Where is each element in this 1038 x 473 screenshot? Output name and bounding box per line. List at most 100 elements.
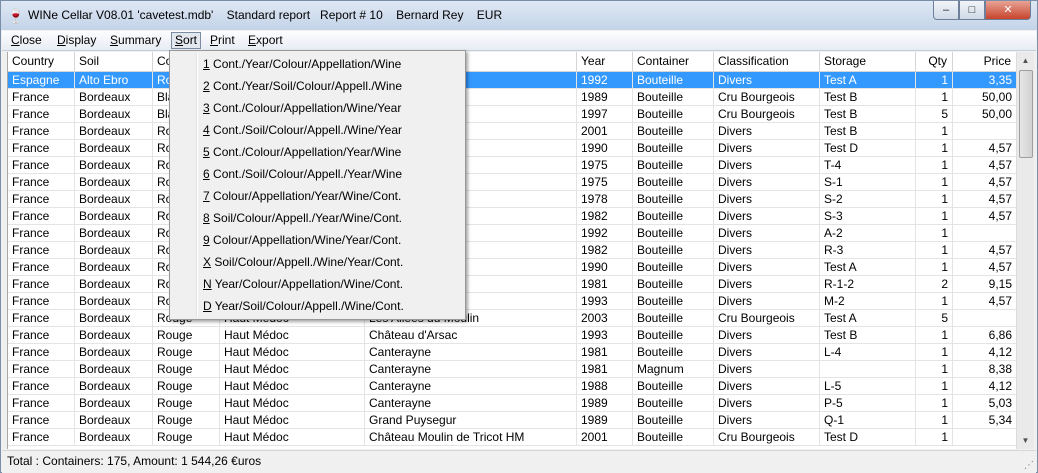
table-row[interactable]: France Bordeaux Rouge Haut Médoc Canterayne 1… xyxy=(8,378,1017,395)
menu-print[interactable]: Print xyxy=(207,33,238,48)
cell-country: France xyxy=(8,429,75,446)
table-row[interactable]: FranceBordeauxRoac1981BouteilleDiversR-1… xyxy=(8,276,1017,293)
table-row[interactable]: France Bordeaux Ro 1990 Bouteille Divers Test … xyxy=(8,259,1017,276)
table-row[interactable]: France Bordeaux Rouge Haut Médoc Canterayne 1… xyxy=(8,395,1017,412)
cell-container: Bouteille xyxy=(633,293,714,310)
table-row[interactable]: FranceBordeauxRougeHaut MédocLes Allées … xyxy=(8,310,1017,327)
table-row[interactable]: France Bordeaux Rouge Haut Médoc Canterayne 1… xyxy=(8,361,1017,378)
cell-year: 1990 xyxy=(577,259,633,276)
wine-glass-icon[interactable]: 🍷 xyxy=(7,8,24,24)
cell-year: 1982 xyxy=(577,208,633,225)
cell-country: France xyxy=(8,191,75,208)
table-row[interactable]: FranceBordeauxRoCadiot1990BouteilleDiver… xyxy=(8,140,1017,157)
sort-option-11[interactable]: N Year/Colour/Appellation/Wine/Cont. xyxy=(203,274,403,294)
table-row[interactable]: EspagneAlto EbroRoa1992BouteilleDiversTe… xyxy=(8,72,1017,89)
cell-price: 4,57 xyxy=(953,293,1017,310)
cell-qty: 1 xyxy=(916,327,953,344)
cell-container: Bouteille xyxy=(633,310,714,327)
cell-storage: L-5 xyxy=(820,378,916,395)
column-header-country[interactable]: Country xyxy=(8,52,75,71)
column-header-storage[interactable]: Storage xyxy=(820,52,916,71)
cell-qty: 1 xyxy=(916,89,953,106)
close-button[interactable]: ✕ xyxy=(985,1,1031,20)
column-header-classification[interactable]: Classification xyxy=(714,52,820,71)
status-total: Total : Containers: 175, Amount: 1 544,2… xyxy=(7,454,262,468)
sort-option-7[interactable]: 7 Colour/Appellation/Year/Wine/Cont. xyxy=(203,186,401,206)
sort-option-9[interactable]: 9 Colour/Appellation/Wine/Year/Cont. xyxy=(203,230,401,250)
menu-close[interactable]: Close xyxy=(8,33,45,48)
cell-country: France xyxy=(8,208,75,225)
cell-storage: Q-1 xyxy=(820,412,916,429)
cell-container: Bouteille xyxy=(633,89,714,106)
vertical-scrollbar[interactable]: ▲ ▼ xyxy=(1016,52,1034,449)
table-row[interactable]: France Bordeaux Ro 1982 Bouteille Divers S-3 1 4… xyxy=(8,208,1017,225)
table-row[interactable]: France Bordeaux Rouge Haut Médoc Château Mou… xyxy=(8,429,1017,446)
column-header-year[interactable]: Year xyxy=(577,52,633,71)
scroll-thumb[interactable] xyxy=(1019,70,1033,158)
cell-qty: 1 xyxy=(916,395,953,412)
sort-option-key: 3 xyxy=(203,101,210,115)
cell-soil: Bordeaux xyxy=(75,140,153,157)
cell-price: 4,57 xyxy=(953,191,1017,208)
cell-storage: P-5 xyxy=(820,395,916,412)
cell-country: France xyxy=(8,89,75,106)
cell-container: Bouteille xyxy=(633,344,714,361)
sort-option-12[interactable]: D Year/Soil/Colour/Appell./Wine/Cont. xyxy=(203,296,404,316)
table-row[interactable]: France Bordeaux Ro 1978 Bouteille Divers S-2 1 4… xyxy=(8,191,1017,208)
menu-display[interactable]: Display xyxy=(54,33,99,48)
sort-option-key: 2 xyxy=(203,79,210,93)
sort-option-4[interactable]: 4 Cont./Soil/Colour/Appell./Wine/Year xyxy=(203,120,402,140)
cell-price xyxy=(953,429,1017,446)
sort-option-10[interactable]: X Soil/Colour/Appell./Wine/Year/Cont. xyxy=(203,252,403,272)
minimize-button[interactable]: – xyxy=(933,1,959,20)
sort-option-3[interactable]: 3 Cont./Colour/Appellation/Wine/Year xyxy=(203,98,401,118)
table-row[interactable]: France Bordeaux Rouge Haut Médoc Canterayne 1… xyxy=(8,344,1017,361)
cell-soil: Bordeaux xyxy=(75,310,153,327)
menu-export[interactable]: Export xyxy=(245,33,286,48)
sort-option-1[interactable]: 1 Cont./Year/Colour/Appellation/Wine xyxy=(203,54,401,74)
sort-option-key: 5 xyxy=(203,145,210,159)
table-row[interactable]: FranceBordeauxRoe Haut Canon1982Bouteill… xyxy=(8,242,1017,259)
table-row[interactable]: FranceBordeauxRouieu1993BouteilleDiversM… xyxy=(8,293,1017,310)
cell-classification: Divers xyxy=(714,412,820,429)
sort-option-2[interactable]: 2 Cont./Year/Soil/Colour/Appell./Wine xyxy=(203,76,402,96)
sort-option-label: Cont./Soil/Colour/Appell./Wine/Year xyxy=(209,123,403,137)
table-row[interactable]: FranceBordeauxBlalanche1997BouteilleCru … xyxy=(8,106,1017,123)
table-row[interactable]: FranceBordeauxRoue1992BouteilleDiversA-2… xyxy=(8,225,1017,242)
sort-option-6[interactable]: 6 Cont./Soil/Colour/Appell./Year/Wine xyxy=(203,164,402,184)
sort-option-8[interactable]: 8 Soil/Colour/Appell./Year/Wine/Cont. xyxy=(203,208,402,228)
column-header-price[interactable]: Price xyxy=(953,52,1017,71)
cell-soil: Bordeaux xyxy=(75,361,153,378)
menu-summary[interactable]: Summary xyxy=(107,33,164,48)
table-row[interactable]: FranceBordeauxBlalanche1989BouteilleCru … xyxy=(8,89,1017,106)
cell-classification: Divers xyxy=(714,344,820,361)
scroll-up-icon[interactable]: ▲ xyxy=(1017,52,1034,69)
column-header-qty[interactable]: Qty xyxy=(916,52,953,71)
table-row[interactable]: France Bordeaux Ro 1975 Bouteille Divers S-1 1 4… xyxy=(8,174,1017,191)
cell-container: Bouteille xyxy=(633,72,714,89)
sort-option-5[interactable]: 5 Cont./Colour/Appellation/Year/Wine xyxy=(203,142,401,162)
table-row[interactable]: FranceBordeauxRou1975BouteilleDiversT-41… xyxy=(8,157,1017,174)
resize-grip-icon[interactable]: ⋰ xyxy=(1024,460,1034,471)
cell-year: 2001 xyxy=(577,123,633,140)
menu-bar: Close Display Summary Sort Print Export xyxy=(2,31,1036,51)
cell-country: France xyxy=(8,276,75,293)
column-header-container[interactable]: Container xyxy=(633,52,714,71)
table-row[interactable]: France Bordeaux Rouge Haut Médoc Grand Puyse… xyxy=(8,412,1017,429)
maximize-button[interactable]: □ xyxy=(959,1,985,20)
cell-soil: Bordeaux xyxy=(75,378,153,395)
cell-price: 8,38 xyxy=(953,361,1017,378)
title-bar[interactable]: 🍷 WINe Cellar V08.01 'cavetest.mdb' Stan… xyxy=(1,1,1037,30)
cell-container: Bouteille xyxy=(633,225,714,242)
scroll-down-icon[interactable]: ▼ xyxy=(1017,432,1034,449)
table-header: Country Soil Co Year Container Classification… xyxy=(8,52,1017,72)
cell-country: France xyxy=(8,242,75,259)
table-row[interactable]: France Bordeaux Rouge Haut Médoc Château d'A… xyxy=(8,327,1017,344)
menu-sort[interactable]: Sort xyxy=(171,32,202,49)
column-header-soil[interactable]: Soil xyxy=(75,52,153,71)
table-row[interactable]: FranceBordeauxRodc2001BouteilleDiversTes… xyxy=(8,123,1017,140)
cell-colour: Rouge xyxy=(153,395,220,412)
wine-table[interactable]: Country Soil Co Year Container Classification… xyxy=(7,52,1017,449)
cell-qty: 1 xyxy=(916,140,953,157)
sort-option-label: Year/Soil/Colour/Appell./Wine/Cont. xyxy=(211,299,404,313)
